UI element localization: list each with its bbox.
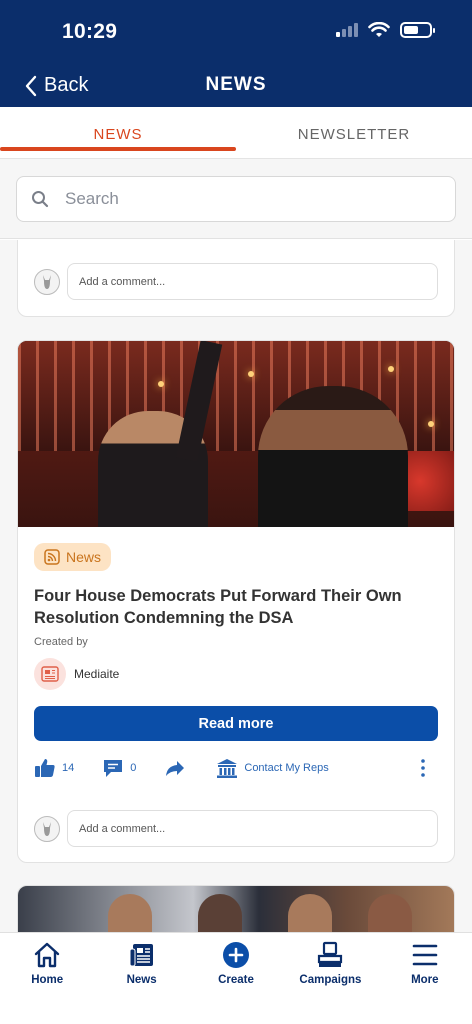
search-box bbox=[16, 176, 456, 222]
rss-icon bbox=[44, 549, 60, 565]
share-icon bbox=[166, 761, 185, 776]
ballot-box-icon bbox=[318, 941, 343, 967]
comment-button[interactable]: 0 bbox=[102, 757, 136, 779]
back-label: Back bbox=[44, 74, 89, 96]
wifi-icon bbox=[368, 22, 390, 37]
tabbar-news[interactable]: News bbox=[94, 933, 188, 1024]
status-icons bbox=[336, 22, 435, 38]
tabbar-news-label: News bbox=[126, 974, 157, 986]
thumbs-up-icon bbox=[35, 759, 55, 777]
tabbar-campaigns[interactable]: Campaigns bbox=[283, 933, 377, 1024]
next-article-image bbox=[18, 886, 454, 932]
status-time: 10:29 bbox=[62, 20, 118, 43]
created-by-label: Created by bbox=[34, 636, 88, 648]
badge-label: News bbox=[66, 549, 102, 565]
tabbar-more[interactable]: More bbox=[378, 933, 472, 1024]
tabbar-create[interactable]: Create bbox=[189, 933, 283, 1024]
search-icon bbox=[32, 191, 49, 208]
like-button[interactable]: 14 bbox=[34, 757, 74, 779]
contact-my-reps-button[interactable]: Contact My Reps bbox=[216, 757, 329, 779]
chevron-left-icon bbox=[25, 75, 37, 96]
tab-newsletter[interactable]: NEWSLETTER bbox=[236, 107, 472, 158]
search-bar-container bbox=[0, 159, 472, 239]
newspaper-logo-icon bbox=[34, 658, 66, 690]
article-source[interactable]: Mediaite bbox=[34, 658, 438, 690]
source-name: Mediaite bbox=[74, 667, 120, 681]
like-count: 14 bbox=[62, 762, 75, 774]
comment-row: Add a comment... bbox=[18, 810, 454, 847]
donkey-avatar-icon bbox=[34, 815, 60, 842]
news-feed[interactable]: Add a comment... News Four House Democra… bbox=[0, 240, 472, 932]
read-more-button[interactable]: Read more bbox=[34, 706, 438, 741]
more-options-button[interactable] bbox=[412, 757, 434, 779]
previous-card: Add a comment... bbox=[17, 240, 455, 317]
menu-icon bbox=[412, 944, 438, 966]
bottom-tab-bar: Home News Create Campaigns More bbox=[0, 932, 472, 1024]
article-headline[interactable]: Four House Democrats Put Forward Their O… bbox=[34, 585, 438, 629]
tabbar-home[interactable]: Home bbox=[0, 933, 94, 1024]
tabbar-campaigns-label: Campaigns bbox=[299, 974, 362, 986]
newspaper-icon bbox=[129, 944, 153, 967]
tabbar-create-label: Create bbox=[218, 974, 254, 986]
comment-input[interactable]: Add a comment... bbox=[67, 263, 438, 300]
back-button[interactable]: Back bbox=[24, 74, 88, 97]
vertical-dots-icon bbox=[421, 759, 425, 777]
home-icon bbox=[35, 942, 60, 968]
tabbar-home-label: Home bbox=[31, 974, 64, 986]
comment-input[interactable]: Add a comment... bbox=[67, 810, 438, 847]
article-actions: 14 0 Contact My Reps bbox=[34, 755, 438, 781]
segment-tabs: NEWS NEWSLETTER bbox=[0, 107, 472, 159]
comment-count: 0 bbox=[130, 762, 137, 774]
comment-icon bbox=[104, 760, 123, 777]
article-card: News Four House Democrats Put Forward Th… bbox=[17, 340, 455, 863]
news-category-badge: News bbox=[34, 543, 112, 571]
article-image[interactable] bbox=[18, 341, 454, 527]
tabbar-more-label: More bbox=[411, 974, 439, 986]
battery-icon bbox=[400, 22, 435, 38]
donkey-avatar-icon bbox=[34, 268, 60, 295]
tab-news[interactable]: NEWS bbox=[0, 107, 236, 158]
comment-row: Add a comment... bbox=[18, 240, 454, 300]
next-article-card[interactable] bbox=[17, 885, 455, 932]
app-header: 10:29 Back NEWS bbox=[0, 0, 472, 107]
cellular-signal-icon bbox=[336, 23, 358, 37]
share-button[interactable] bbox=[164, 757, 186, 779]
plus-circle-icon bbox=[223, 942, 250, 968]
contact-label: Contact My Reps bbox=[244, 762, 329, 774]
capitol-building-icon bbox=[217, 759, 238, 778]
search-input[interactable] bbox=[65, 189, 425, 209]
